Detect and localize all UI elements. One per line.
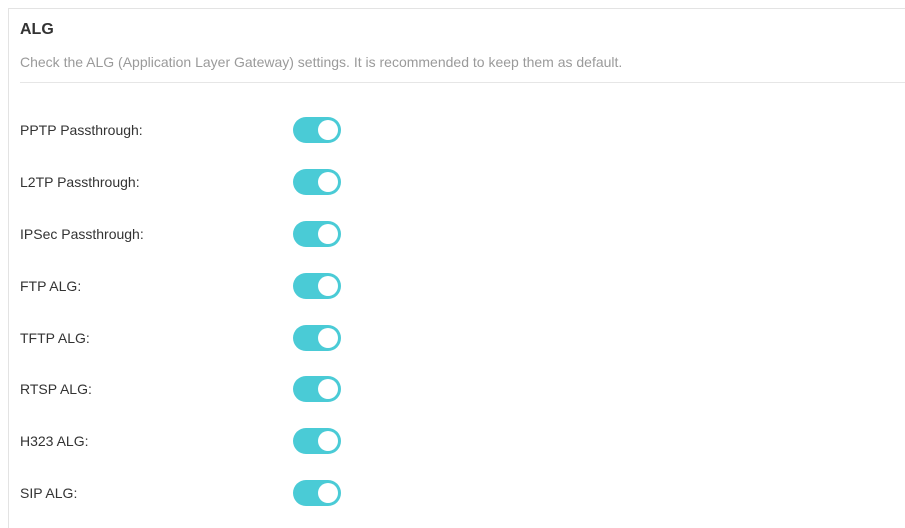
alg-panel: ALG Check the ALG (Application Layer Gat… xyxy=(8,8,905,528)
setting-row-ipsec-passthrough: IPSec Passthrough: xyxy=(20,221,420,249)
setting-label: H323 ALG: xyxy=(20,433,89,449)
toggle-knob xyxy=(318,224,338,244)
ipsec-passthrough-toggle[interactable] xyxy=(293,221,341,247)
tftp-alg-toggle[interactable] xyxy=(293,325,341,351)
setting-label: SIP ALG: xyxy=(20,485,78,501)
toggle-knob xyxy=(318,120,338,140)
setting-label: L2TP Passthrough: xyxy=(20,174,140,190)
setting-label: FTP ALG: xyxy=(20,278,82,294)
setting-row-sip-alg: SIP ALG: xyxy=(20,480,420,508)
pptp-passthrough-toggle[interactable] xyxy=(293,117,341,143)
setting-label: TFTP ALG: xyxy=(20,330,90,346)
toggle-knob xyxy=(318,172,338,192)
setting-row-ftp-alg: FTP ALG: xyxy=(20,273,420,301)
l2tp-passthrough-toggle[interactable] xyxy=(293,169,341,195)
ftp-alg-toggle[interactable] xyxy=(293,273,341,299)
setting-row-tftp-alg: TFTP ALG: xyxy=(20,325,420,353)
setting-label: PPTP Passthrough: xyxy=(20,122,143,138)
toggle-knob xyxy=(318,276,338,296)
toggle-knob xyxy=(318,483,338,503)
toggle-knob xyxy=(318,328,338,348)
setting-label: RTSP ALG: xyxy=(20,381,92,397)
section-title: ALG xyxy=(20,21,54,38)
section-description: Check the ALG (Application Layer Gateway… xyxy=(20,54,623,70)
setting-row-rtsp-alg: RTSP ALG: xyxy=(20,376,420,404)
setting-row-pptp-passthrough: PPTP Passthrough: xyxy=(20,117,420,145)
toggle-knob xyxy=(318,379,338,399)
setting-row-l2tp-passthrough: L2TP Passthrough: xyxy=(20,169,420,197)
setting-row-h323-alg: H323 ALG: xyxy=(20,428,420,456)
sip-alg-toggle[interactable] xyxy=(293,480,341,506)
divider xyxy=(20,82,905,83)
h323-alg-toggle[interactable] xyxy=(293,428,341,454)
setting-label: IPSec Passthrough: xyxy=(20,226,144,242)
rtsp-alg-toggle[interactable] xyxy=(293,376,341,402)
toggle-knob xyxy=(318,431,338,451)
